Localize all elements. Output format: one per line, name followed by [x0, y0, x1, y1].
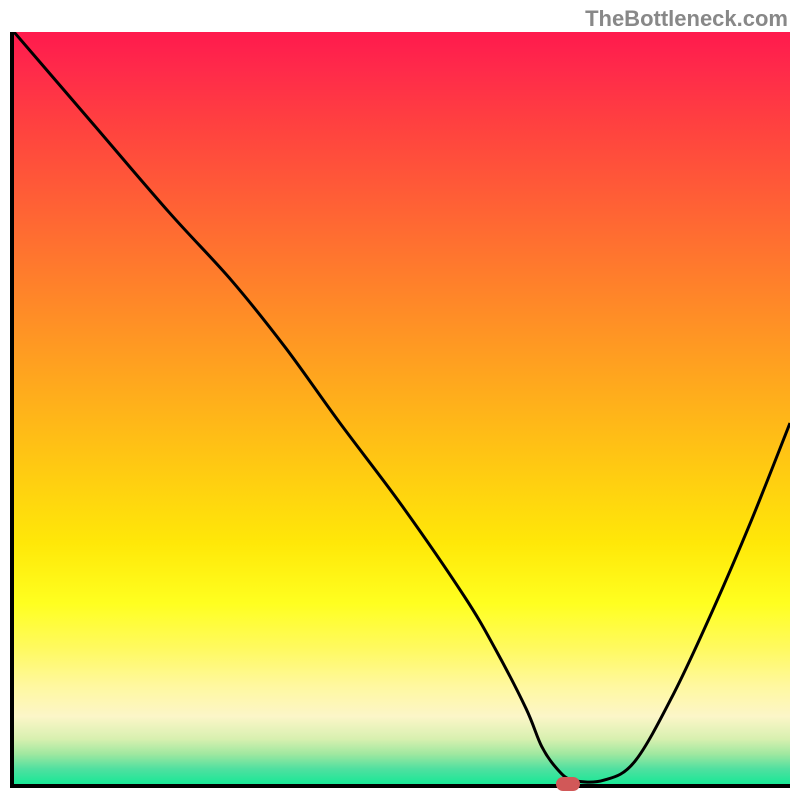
chart-plot-area [10, 32, 790, 788]
watermark-text: TheBottleneck.com [585, 6, 788, 32]
chart-gradient-background [14, 32, 790, 784]
chart-marker-point [556, 777, 580, 791]
